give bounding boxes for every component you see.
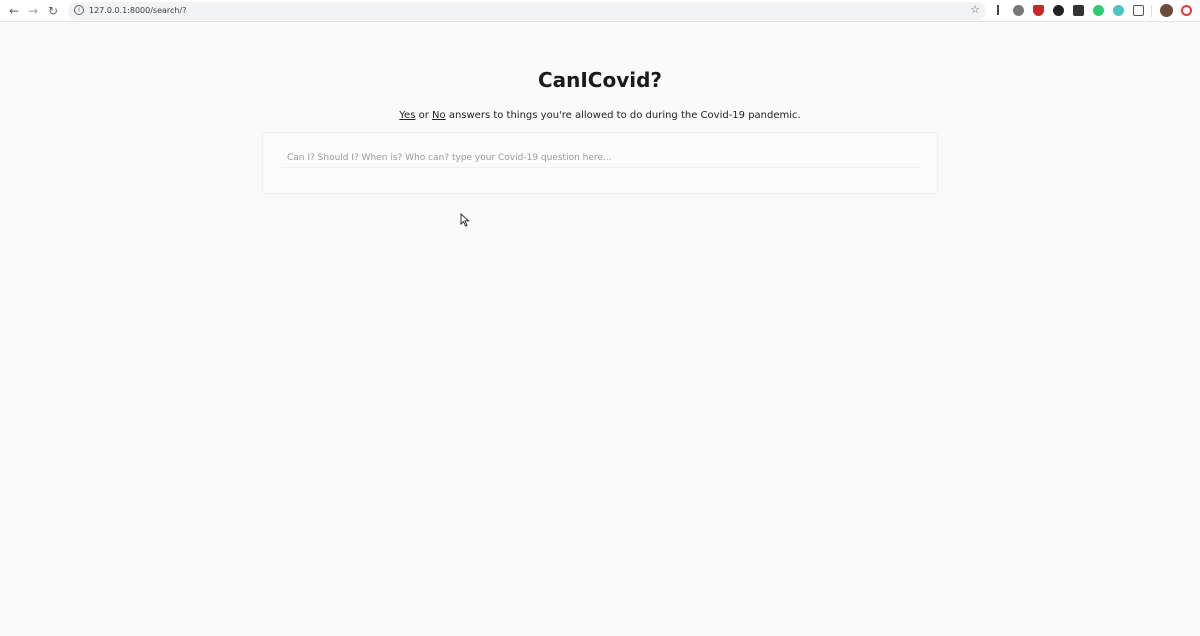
arrow-right-icon[interactable]: → <box>25 3 41 19</box>
avatar-icon[interactable] <box>1160 4 1173 17</box>
square-extension-icon[interactable] <box>1073 5 1084 16</box>
subtitle-rest: answers to things you're allowed to do d… <box>445 110 801 121</box>
mouse-pointer-icon <box>460 213 470 227</box>
no-link[interactable]: No <box>432 110 446 121</box>
teal-extension-icon[interactable] <box>1113 5 1124 16</box>
profile-extension-icon-2[interactable] <box>1013 5 1024 16</box>
page-title: CanICovid? <box>537 68 663 92</box>
arrow-left-icon[interactable]: ← <box>6 3 22 19</box>
yes-link[interactable]: Yes <box>399 110 415 121</box>
address-bar[interactable]: i 127.0.0.1:8000/search/? ☆ <box>68 2 986 20</box>
subtitle-or: or <box>415 110 433 121</box>
toolbar-divider <box>1151 5 1152 17</box>
star-icon[interactable]: ☆ <box>970 3 980 17</box>
reload-icon[interactable]: ↻ <box>45 3 61 19</box>
opera-extension-icon[interactable] <box>1181 5 1192 16</box>
url-text[interactable]: 127.0.0.1:8000/search/? <box>89 5 186 17</box>
shield-extension-icon[interactable] <box>1033 5 1044 16</box>
search-card <box>262 132 938 194</box>
search-input[interactable] <box>281 148 921 168</box>
browser-toolbar: ← → ↻ i 127.0.0.1:8000/search/? ☆ <box>0 0 1200 22</box>
profile-extension-icon[interactable] <box>997 5 999 15</box>
info-icon[interactable]: i <box>74 5 84 15</box>
page-subtitle: Yes or No answers to things you're allow… <box>0 110 1200 121</box>
circle-extension-icon[interactable] <box>1053 5 1064 16</box>
window-extension-icon[interactable] <box>1133 5 1144 16</box>
green-extension-icon[interactable] <box>1093 5 1104 16</box>
